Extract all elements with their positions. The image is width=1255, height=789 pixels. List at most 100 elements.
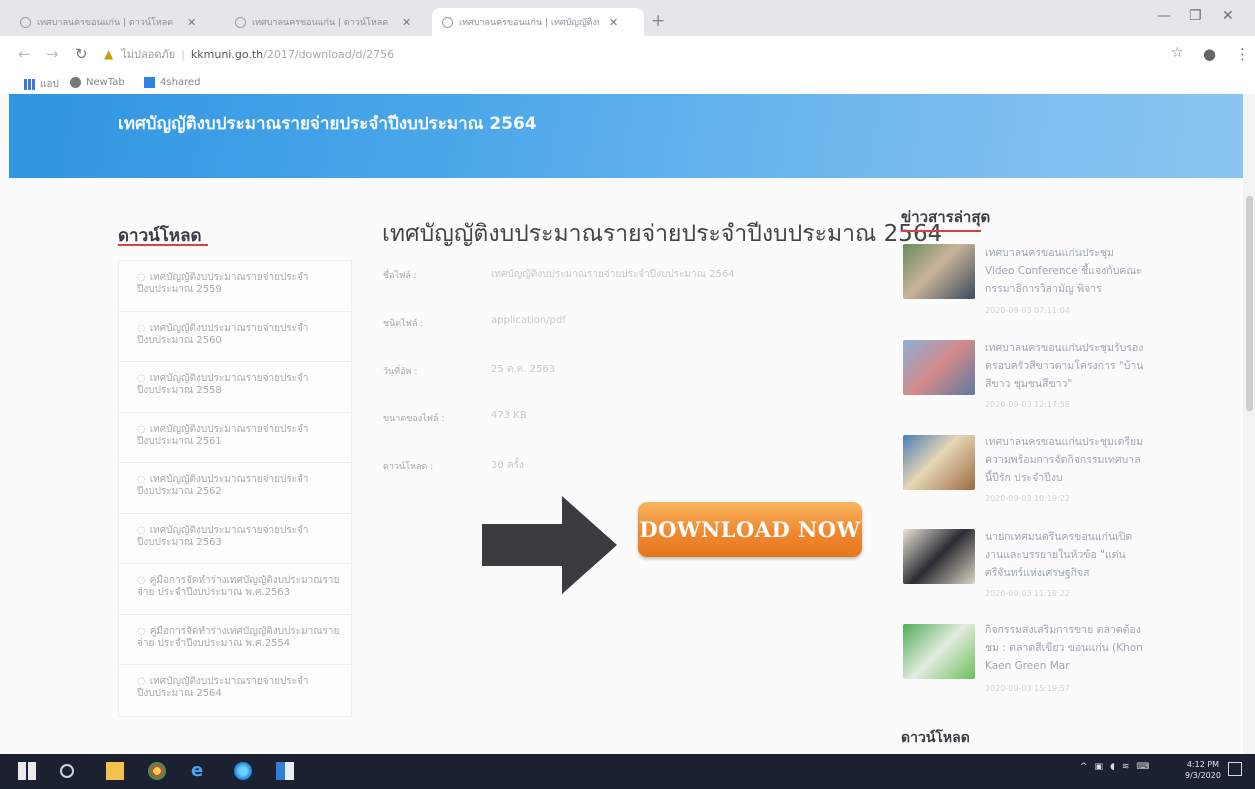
security-status: ไม่ปลอดภัย xyxy=(121,48,176,61)
site-favicon-icon xyxy=(235,16,246,28)
chrome-icon[interactable] xyxy=(148,762,166,780)
close-tab-icon[interactable]: ✕ xyxy=(609,16,618,29)
browser-tab-1[interactable]: เทศบาลนครขอนแก่น | ดาวน์โหลด ✕ xyxy=(10,8,225,36)
field-value-downloads: 30 ครั้ง xyxy=(491,460,524,471)
field-label-downloads: ดาวน์โหลด : xyxy=(383,462,434,472)
list-item[interactable]: ◌ เทศบัญญัติงบประมาณรายจ่ายประจำปีงบประมา… xyxy=(119,362,351,413)
bookmarks-bar: แอป NewTab 4shared xyxy=(0,72,1255,94)
wifi-icon[interactable]: ≋ xyxy=(1122,762,1130,772)
banner-title: เทศบัญญัติงบประมาณรายจ่ายประจำปีงบประมาณ… xyxy=(118,114,537,134)
download-list: ◌ เทศบัญญัติงบประมาณรายจ่ายประจำปีงบประมา… xyxy=(118,260,352,717)
windows-start-icon[interactable] xyxy=(18,762,36,780)
news-item-title[interactable]: เทศบาลนครขอนแก่นประชุมรับรองครอบครัวสีขา… xyxy=(985,339,1145,393)
reload-icon[interactable]: ↻ xyxy=(75,45,88,63)
back-arrow-icon[interactable]: ← xyxy=(18,45,31,63)
list-item[interactable]: ◌ เทศบัญญัติงบประมาณรายจ่ายประจำปีงบประมา… xyxy=(119,261,351,312)
news-heading: ข่าวสารล่าสุด xyxy=(901,208,991,226)
scrollbar-thumb[interactable] xyxy=(1246,196,1253,411)
volume-icon[interactable]: ◖ xyxy=(1110,762,1115,772)
address-bar[interactable]: ▲ ไม่ปลอดภัย | kkmuni.go.th /2017/downlo… xyxy=(104,45,394,63)
bookmark-newtab[interactable]: NewTab xyxy=(70,77,125,88)
new-tab-button[interactable]: + xyxy=(651,11,665,31)
field-label-filename: ชื่อไฟล์ : xyxy=(383,271,417,281)
file-icon: ◌ xyxy=(137,474,146,485)
field-label-filesize: ขนาดของไฟล์ : xyxy=(383,414,445,424)
site-favicon-icon xyxy=(20,16,31,28)
keyboard-icon[interactable]: ⌨ xyxy=(1136,762,1149,772)
file-icon: ◌ xyxy=(137,423,146,435)
news-item-title[interactable]: เทศบาลนครขอนแก่นประชุม Video Conference … xyxy=(985,244,1145,298)
bookmark-4shared[interactable]: 4shared xyxy=(144,77,200,88)
list-item[interactable]: ◌ คู่มือการจัดทำร่างเทศบัญญัติงบประมาณราย… xyxy=(119,564,351,615)
field-value-filename: เทศบัญญัติงบประมาณรายจ่ายประจำปีงบประมาณ… xyxy=(491,269,735,280)
site-favicon-icon xyxy=(442,16,453,28)
clock-time: 4:12 PM xyxy=(1186,760,1220,769)
browser-tab-3-active[interactable]: เทศบาลนครขอนแก่น | เทศบัญญัติงบ ✕ xyxy=(432,8,644,36)
close-tab-icon[interactable]: ✕ xyxy=(402,16,411,29)
search-icon[interactable] xyxy=(60,764,74,778)
minimize-icon[interactable]: — xyxy=(1157,8,1171,24)
apps-grid-icon xyxy=(24,79,35,90)
news-item-title[interactable]: นายกเทศมนตรีนครขอนแก่นเปิดงานและบรรยายใน… xyxy=(985,528,1145,582)
edge-icon[interactable]: e xyxy=(191,762,209,780)
news-item-date: 2020-09-03 07:11:04 xyxy=(985,306,1070,315)
news-thumbnail[interactable] xyxy=(903,529,975,584)
download-now-button[interactable]: DOWNLOAD NOW xyxy=(638,502,862,557)
news-item-date: 2020-09-03 11:19:22 xyxy=(985,589,1070,598)
tab-title: เทศบาลนครขอนแก่น | เทศบัญญัติงบ xyxy=(459,18,599,28)
news-thumbnail[interactable] xyxy=(903,624,975,679)
list-item[interactable]: ◌ เทศบัญญัติงบประมาณรายจ่ายประจำปีงบประมา… xyxy=(119,312,351,362)
file-icon: ◌ xyxy=(137,524,146,536)
news-item-title[interactable]: เทศบาลนครขอนแก่นประชุมเตรียมความพร้อมการ… xyxy=(985,433,1145,487)
bookmark-apps[interactable]: แอป xyxy=(24,77,59,92)
news-thumbnail[interactable] xyxy=(903,340,975,395)
page-title: เทศบัญญัติงบประมาณรายจ่ายประจำปีงบประมาณ… xyxy=(382,221,943,247)
field-label-upload-date: วันที่อัพ : xyxy=(383,367,418,377)
browser-tab-2[interactable]: เทศบาลนครขอนแก่น | ดาวน์โหลด ✕ xyxy=(225,8,440,36)
network-icon[interactable]: ▣ xyxy=(1095,762,1104,772)
list-item[interactable]: ◌ เทศบัญญัติงบประมาณรายจ่ายประจำปีงบประมา… xyxy=(119,665,351,716)
browser-globe-icon[interactable] xyxy=(234,762,252,780)
file-icon: ◌ xyxy=(137,322,146,334)
app-window-icon[interactable] xyxy=(276,762,294,780)
news-item-title[interactable]: กิจกรรมส่งเสริมการขาย ตลาดต้องชม : ตลาดส… xyxy=(985,621,1145,675)
browser-tab-strip: เทศบาลนครขอนแก่น | ดาวน์โหลด ✕ เทศบาลนคร… xyxy=(0,0,1255,36)
forward-arrow-icon[interactable]: → xyxy=(46,45,59,63)
system-tray: ^ ▣ ◖ ≋ ⌨ xyxy=(1080,762,1149,772)
list-item[interactable]: ◌ คู่มือการจัดทำร่างเทศบัญญัติงบประมาณราย… xyxy=(119,615,351,665)
field-value-filesize: 473 KB xyxy=(491,410,527,421)
file-icon: ◌ xyxy=(137,373,146,384)
menu-kebab-icon[interactable]: ⋮ xyxy=(1235,45,1250,63)
list-item[interactable]: ◌ เทศบัญญัติงบประมาณรายจ่ายประจำปีงบประมา… xyxy=(119,463,351,514)
right-arrow-icon xyxy=(482,496,617,594)
heading-underline xyxy=(901,230,981,232)
heading-underline xyxy=(118,244,208,246)
field-value-upload-date: 25 ต.ค. 2563 xyxy=(491,364,556,375)
warning-triangle-icon: ▲ xyxy=(104,47,114,61)
notification-icon[interactable] xyxy=(1228,762,1242,776)
news-thumbnail[interactable] xyxy=(903,435,975,490)
file-icon: ◌ xyxy=(137,676,146,687)
url-domain: kkmuni.go.th xyxy=(190,47,264,61)
4shared-icon xyxy=(144,77,155,88)
close-window-icon[interactable]: ✕ xyxy=(1222,8,1234,24)
clock-date: 9/3/2020 xyxy=(1185,771,1221,780)
account-avatar-icon[interactable]: ● xyxy=(1203,45,1216,63)
news-thumbnail[interactable] xyxy=(903,244,975,299)
news-item-date: 2020-09-03 15:19:57 xyxy=(985,684,1070,693)
taskbar-clock[interactable]: 4:12 PM 9/3/2020 xyxy=(1185,759,1221,781)
url-path: /2017/download/d/2756 xyxy=(263,47,395,61)
bookmark-star-icon[interactable]: ☆ xyxy=(1171,45,1184,61)
downloads-heading: ดาวน์โหลด xyxy=(901,730,970,746)
page-scrollbar[interactable] xyxy=(1243,94,1255,754)
restore-icon[interactable]: ❐ xyxy=(1189,8,1202,24)
close-tab-icon[interactable]: ✕ xyxy=(187,16,196,29)
file-explorer-icon[interactable] xyxy=(106,762,124,780)
file-icon: ◌ xyxy=(137,625,146,637)
list-item[interactable]: ◌ เทศบัญญัติงบประมาณรายจ่ายประจำปีงบประมา… xyxy=(119,413,351,463)
file-icon: ◌ xyxy=(137,272,146,283)
list-item[interactable]: ◌ เทศบัญญัติงบประมาณรายจ่ายประจำปีงบประมา… xyxy=(119,514,351,564)
news-item-date: 2020-09-03 12:17:58 xyxy=(985,400,1070,409)
chevron-up-icon[interactable]: ^ xyxy=(1080,762,1088,772)
field-value-filetype: application/pdf xyxy=(491,315,566,326)
